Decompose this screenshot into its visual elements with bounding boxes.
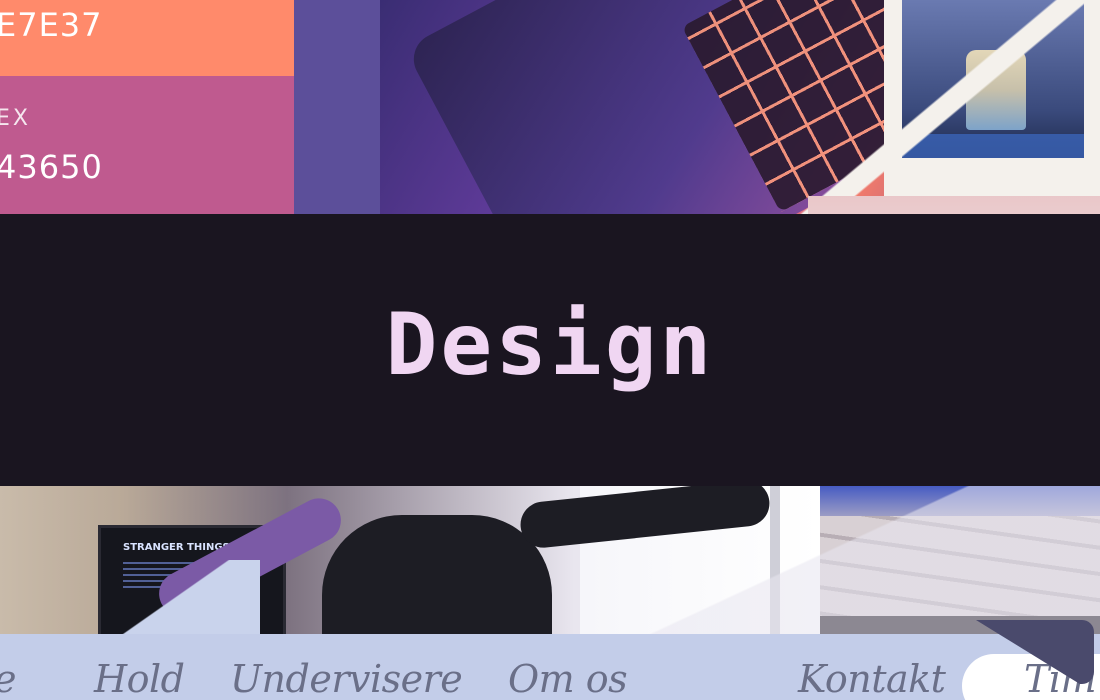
dancer-photo-frame	[884, 0, 1100, 196]
pink-hex-label: EX	[0, 106, 31, 131]
color-swatch-panel: E7E37 EX 43650	[0, 0, 380, 214]
nav-link-hold[interactable]: Hold	[94, 660, 185, 698]
pink-hex-code: 43650	[0, 148, 103, 186]
nav-link-undervisere[interactable]: Undervisere	[230, 660, 463, 698]
title-banner: Design	[0, 214, 1100, 486]
nav-link-home[interactable]: ne	[0, 660, 16, 698]
stairs	[808, 516, 1100, 616]
nav-link-om-os[interactable]: Om os	[508, 660, 628, 698]
pink-swatch: EX 43650	[0, 76, 294, 214]
website-nav-strip: ne Hold Undervisere Om os Kontakt Tim	[0, 634, 1100, 700]
orange-swatch: E7E37	[0, 0, 294, 76]
dancer-figure	[966, 50, 1026, 130]
orange-hex-code: E7E37	[0, 6, 103, 44]
nav-link-kontakt[interactable]: Kontakt	[798, 660, 946, 698]
banner-title: Design	[385, 295, 715, 395]
dancer-floor	[902, 134, 1084, 158]
dancer-photo	[902, 0, 1084, 158]
